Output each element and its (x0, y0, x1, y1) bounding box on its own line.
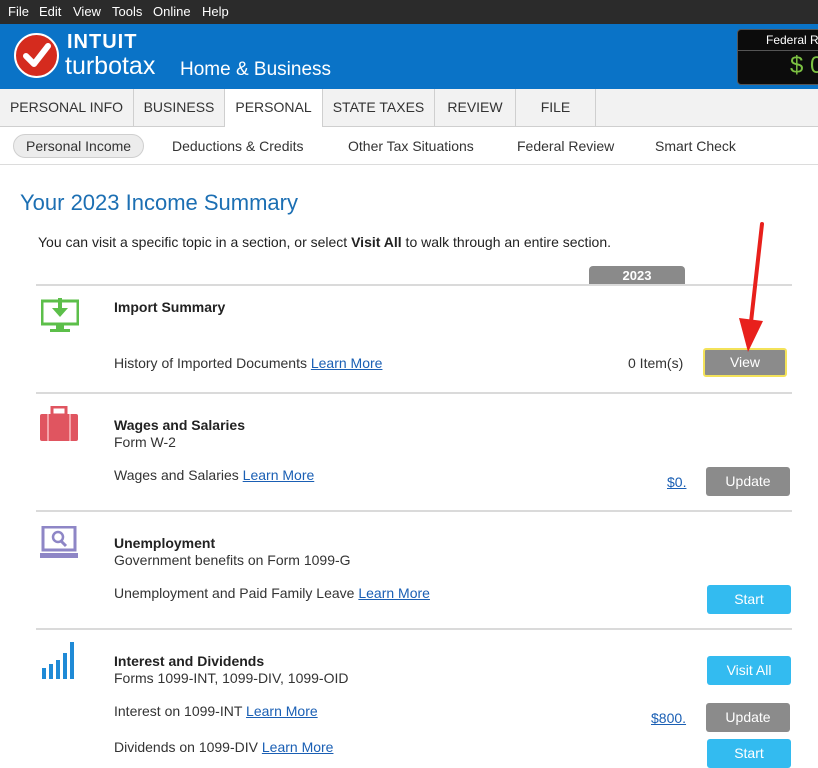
interest-learn-more-link[interactable]: Learn More (246, 703, 318, 719)
interest-dividends-title: Interest and Dividends (114, 653, 265, 669)
wages-amount-link[interactable]: $0. (667, 474, 686, 490)
refund-value: $ 0 (790, 52, 818, 79)
menu-online[interactable]: Online (153, 4, 191, 19)
tab-personal-info[interactable]: PERSONAL INFO (0, 89, 134, 126)
section-divider (36, 628, 792, 630)
turbotax-wordmark: turbotax (65, 52, 156, 80)
laptop-search-icon (40, 526, 78, 558)
refund-meter: Federal R $ 0 (737, 29, 818, 85)
interest-amount-link[interactable]: $800. (651, 710, 686, 726)
wages-update-button[interactable]: Update (706, 467, 790, 496)
interest-update-button[interactable]: Update (706, 703, 790, 732)
intro-after: to walk through an entire section. (401, 234, 612, 250)
unemployment-start-button[interactable]: Start (707, 585, 791, 614)
turbotax-check-logo-icon (14, 33, 59, 78)
subnav-federal-review[interactable]: Federal Review (517, 135, 614, 157)
unemployment-row: Unemployment and Paid Family Leave Learn… (114, 585, 430, 601)
briefcase-icon (40, 406, 78, 441)
unemployment-subtitle: Government benefits on Form 1099-G (114, 552, 351, 568)
unemployment-learn-more-link[interactable]: Learn More (358, 585, 430, 601)
section-divider (36, 284, 792, 286)
import-history-row: History of Imported Documents Learn More (114, 355, 382, 371)
menu-file[interactable]: File (8, 4, 29, 19)
wages-title: Wages and Salaries (114, 417, 245, 433)
wages-row: Wages and Salaries Learn More (114, 467, 314, 483)
refund-label: Federal R (766, 33, 818, 47)
menu-tools[interactable]: Tools (112, 4, 142, 19)
subnav-smart-check[interactable]: Smart Check (655, 135, 736, 157)
subnav-deductions-credits[interactable]: Deductions & Credits (172, 135, 304, 157)
wages-subtitle: Form W-2 (114, 434, 176, 450)
edition-name: Home & Business (180, 59, 332, 80)
wages-label: Wages and Salaries (114, 467, 239, 483)
unemployment-title: Unemployment (114, 535, 216, 551)
dividends-label: Dividends on 1099-DIV (114, 739, 258, 755)
tab-personal[interactable]: PERSONAL (225, 89, 323, 127)
tab-state-taxes[interactable]: STATE TAXES (323, 89, 435, 126)
menu-view[interactable]: View (73, 4, 101, 19)
subnav-personal-income[interactable]: Personal Income (13, 134, 145, 158)
tab-business[interactable]: BUSINESS (134, 89, 225, 126)
import-item-count: 0 Item(s) (628, 355, 684, 371)
import-summary-title: Import Summary (114, 299, 226, 315)
intro-before: You can visit a specific topic in a sect… (38, 234, 352, 250)
wages-learn-more-link[interactable]: Learn More (243, 467, 315, 483)
dividends-learn-more-link[interactable]: Learn More (262, 739, 334, 755)
tab-review[interactable]: REVIEW (435, 89, 516, 126)
unemployment-label: Unemployment and Paid Family Leave (114, 585, 355, 601)
section-divider (36, 510, 792, 512)
refund-divider (738, 50, 818, 51)
page-title: Your 2023 Income Summary (20, 190, 298, 215)
intro-text: You can visit a specific topic in a sect… (38, 234, 611, 250)
year-column-header: 2023 (589, 266, 685, 285)
section-divider (36, 392, 792, 394)
menu-bar: File Edit View Tools Online Help (0, 0, 818, 24)
tab-file[interactable]: FILE (516, 89, 596, 126)
main-tabs: PERSONAL INFO BUSINESS PERSONAL STATE TA… (0, 89, 818, 127)
sub-navigation: Personal Income Deductions & Credits Oth… (0, 127, 818, 165)
subnav-other-tax-situations[interactable]: Other Tax Situations (348, 135, 474, 157)
menu-edit[interactable]: Edit (39, 4, 61, 19)
interest-dividends-subtitle: Forms 1099-INT, 1099-DIV, 1099-OID (114, 670, 349, 686)
dividends-row: Dividends on 1099-DIV Learn More (114, 739, 333, 755)
import-view-button[interactable]: View (703, 348, 787, 377)
interest-visit-all-button[interactable]: Visit All (707, 656, 791, 685)
import-download-icon (41, 298, 79, 332)
interest-label: Interest on 1099-INT (114, 703, 243, 719)
intuit-wordmark: INTUIT (67, 31, 138, 53)
intro-bold: Visit All (351, 234, 402, 250)
app-banner: INTUIT turbotax Home & Business Federal … (0, 24, 818, 89)
import-history-label: History of Imported Documents (114, 355, 307, 371)
interest-row: Interest on 1099-INT Learn More (114, 703, 318, 719)
menu-help[interactable]: Help (202, 4, 229, 19)
bar-chart-icon (42, 642, 74, 679)
import-learn-more-link[interactable]: Learn More (311, 355, 383, 371)
